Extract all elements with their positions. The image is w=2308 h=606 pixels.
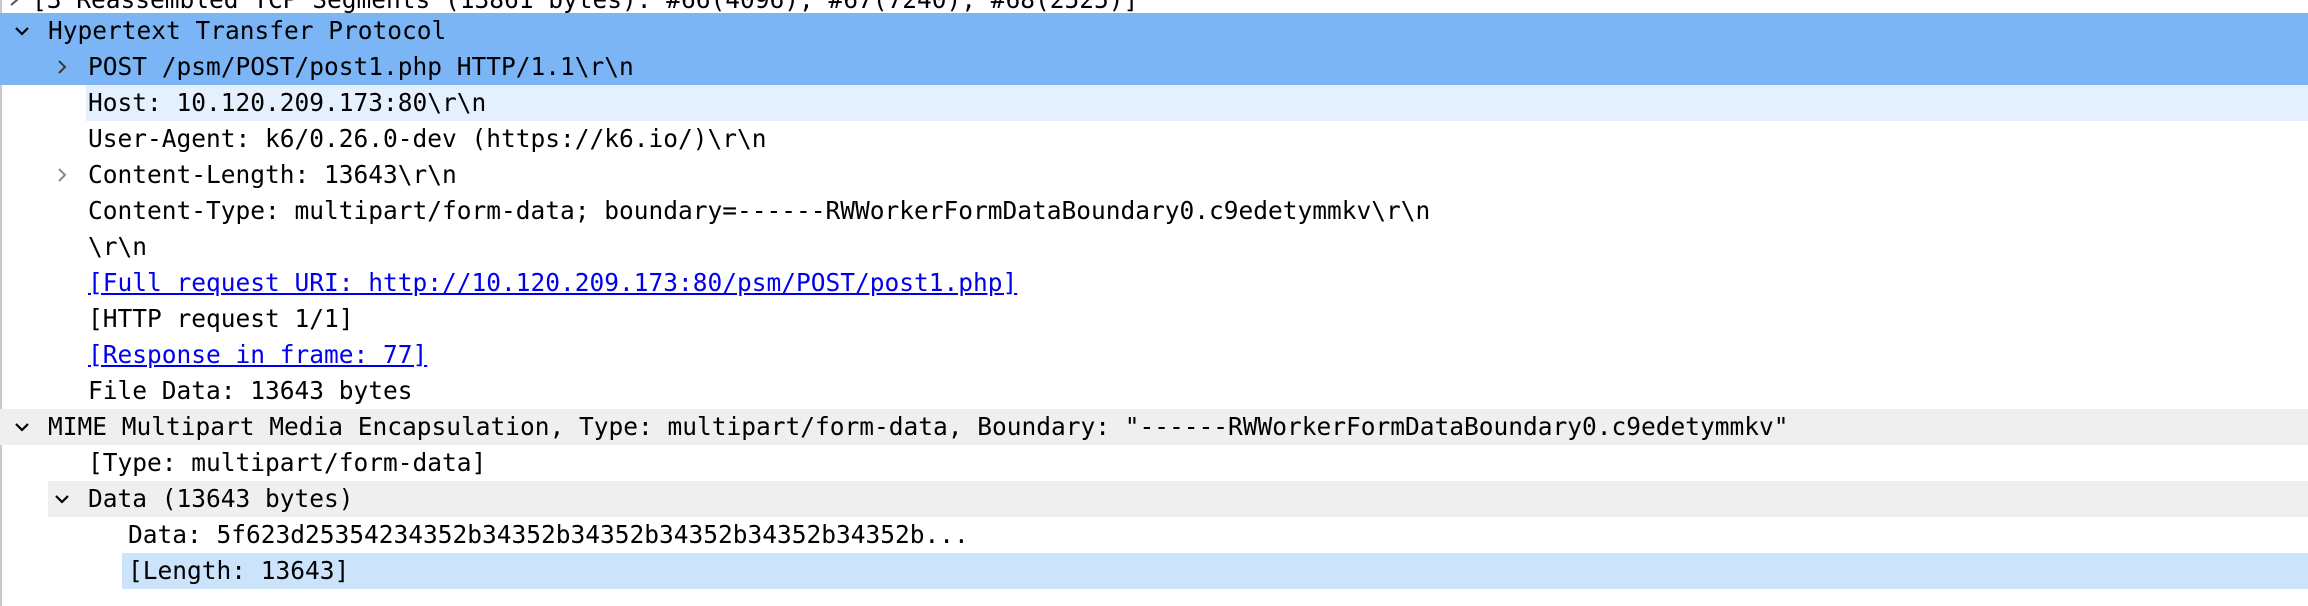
row-highlight — [122, 553, 2308, 589]
tree-row-mime-type[interactable]: [Type: multipart/form-data] — [0, 445, 2308, 481]
chevron-down-icon[interactable] — [8, 13, 36, 49]
tree-row-data-value[interactable]: Data: 5f623d25354234352b34352b34352b3435… — [0, 517, 2308, 553]
response-frame-link[interactable]: [Response in frame: 77] — [88, 337, 427, 373]
row-highlight — [48, 481, 2308, 517]
tree-row-label: Host: 10.120.209.173:80\r\n — [88, 88, 487, 117]
chevron-down-icon[interactable] — [8, 409, 36, 445]
tree-row-request-number[interactable]: [HTTP request 1/1] — [0, 301, 2308, 337]
tree-row-http[interactable]: Hypertext Transfer Protocol — [0, 13, 2308, 49]
tree-row-label: Data (13643 bytes) — [88, 484, 354, 513]
tree-row-content-type[interactable]: Content-Type: multipart/form-data; bound… — [0, 193, 2308, 229]
tree-row-label: \r\n — [88, 232, 148, 261]
tree-row-data[interactable]: Data (13643 bytes) — [0, 481, 2308, 517]
chevron-right-icon[interactable] — [48, 49, 76, 85]
tree-row-label: File Data: 13643 bytes — [88, 376, 413, 405]
full-request-uri-link[interactable]: [Full request URI: http://10.120.209.173… — [88, 265, 1017, 301]
tree-row-content-length[interactable]: Content-Length: 13643\r\n — [0, 157, 2308, 193]
tree-row-label: MIME Multipart Media Encapsulation, Type… — [48, 412, 1789, 441]
tree-row-response-in[interactable]: [Response in frame: 77] — [0, 337, 2308, 373]
tree-row-label: User-Agent: k6/0.26.0-dev (https://k6.io… — [88, 124, 767, 153]
tree-row-label: Data: 5f623d25354234352b34352b34352b3435… — [128, 520, 969, 549]
tree-row-user-agent[interactable]: User-Agent: k6/0.26.0-dev (https://k6.io… — [0, 121, 2308, 157]
packet-details-tree: [3 Reassembled TCP Segments (13861 bytes… — [0, 0, 2308, 606]
tree-row-full-uri[interactable]: [Full request URI: http://10.120.209.173… — [0, 265, 2308, 301]
tree-row-mime[interactable]: MIME Multipart Media Encapsulation, Type… — [0, 409, 2308, 445]
tree-row-label: [Length: 13643] — [128, 556, 350, 585]
chevron-down-icon[interactable] — [48, 481, 76, 517]
tree-row-request-line[interactable]: POST /psm/POST/post1.php HTTP/1.1\r\n — [0, 49, 2308, 85]
tree-row-label: Content-Type: multipart/form-data; bound… — [88, 196, 1431, 225]
tree-row-label: Hypertext Transfer Protocol — [48, 16, 447, 45]
tree-row-file-data[interactable]: File Data: 13643 bytes — [0, 373, 2308, 409]
tree-row-label: POST /psm/POST/post1.php HTTP/1.1\r\n — [88, 52, 634, 81]
tree-row-length[interactable]: [Length: 13643] — [0, 553, 2308, 589]
tree-row-host[interactable]: Host: 10.120.209.173:80\r\n — [0, 85, 2308, 121]
chevron-right-icon[interactable] — [48, 157, 76, 193]
tree-row-label: [Type: multipart/form-data] — [88, 448, 487, 477]
tree-row-label: [HTTP request 1/1] — [88, 304, 354, 333]
tree-row-crlf[interactable]: \r\n — [0, 229, 2308, 265]
tree-row-label: Content-Length: 13643\r\n — [88, 160, 457, 189]
